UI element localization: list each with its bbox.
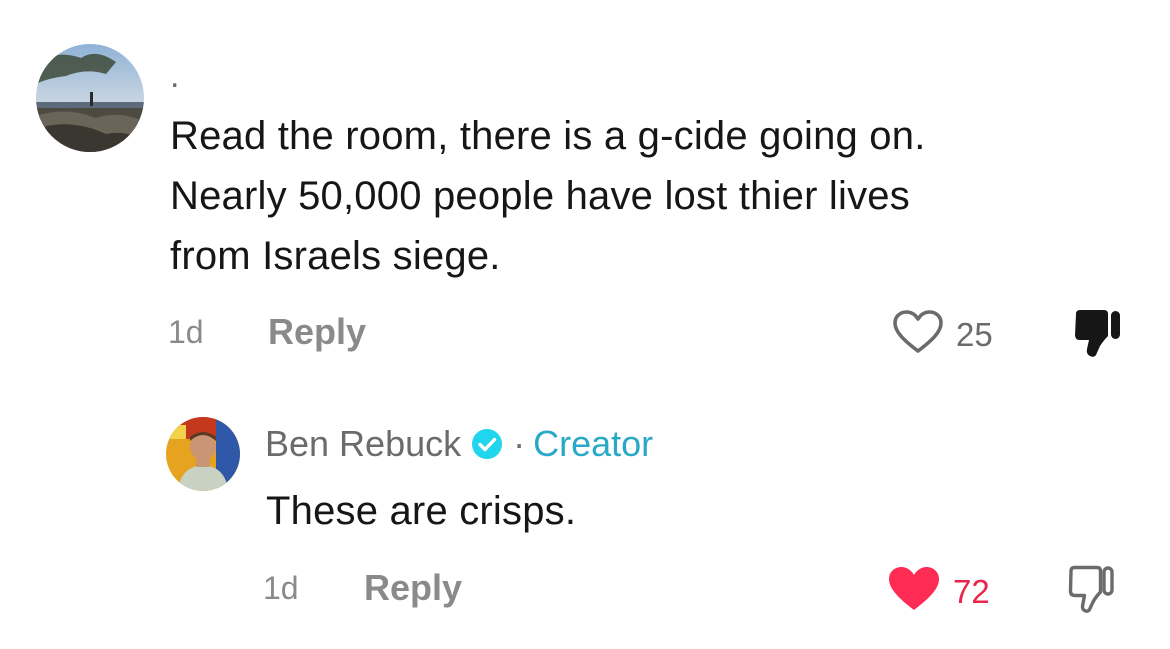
comment-line: Read the room, there is a g-cide going o… bbox=[170, 114, 926, 158]
reply-comment-text: These are crisps. bbox=[266, 489, 577, 533]
like-button[interactable]: 72 bbox=[887, 565, 990, 618]
like-button[interactable]: 25 bbox=[892, 309, 993, 360]
creator-label: Creator bbox=[533, 423, 654, 464]
comments-panel: . Read the room, there is a g-cide going… bbox=[0, 0, 1170, 649]
commenter-avatar[interactable] bbox=[36, 44, 144, 152]
like-count: 72 bbox=[953, 572, 990, 610]
heart-outline-icon bbox=[892, 309, 944, 360]
comment-text: Read the room, there is a g-cide going o… bbox=[170, 106, 1130, 286]
creator-author-line: Ben Rebuck · Creator bbox=[265, 423, 653, 465]
separator-dot: · bbox=[513, 423, 526, 464]
thumbs-down-filled-icon bbox=[1070, 310, 1124, 364]
verified-badge-icon bbox=[471, 428, 503, 460]
reply-button[interactable]: Reply bbox=[268, 312, 366, 352]
creator-username[interactable]: Ben Rebuck bbox=[265, 423, 461, 465]
heart-filled-icon bbox=[887, 565, 941, 618]
commenter-username[interactable]: . bbox=[170, 56, 179, 96]
like-count: 25 bbox=[956, 315, 993, 353]
comment-timestamp: 1d bbox=[168, 314, 204, 350]
dislike-button[interactable] bbox=[1064, 562, 1118, 621]
creator-avatar[interactable] bbox=[166, 417, 240, 491]
thumbs-down-outline-icon bbox=[1064, 565, 1118, 620]
comment-line: Nearly 50,000 people have lost thier liv… bbox=[170, 174, 910, 218]
dislike-button[interactable] bbox=[1070, 306, 1124, 365]
reply-button[interactable]: Reply bbox=[364, 568, 462, 608]
comment-line: from Israels siege. bbox=[170, 234, 501, 278]
comment-timestamp: 1d bbox=[263, 570, 299, 606]
